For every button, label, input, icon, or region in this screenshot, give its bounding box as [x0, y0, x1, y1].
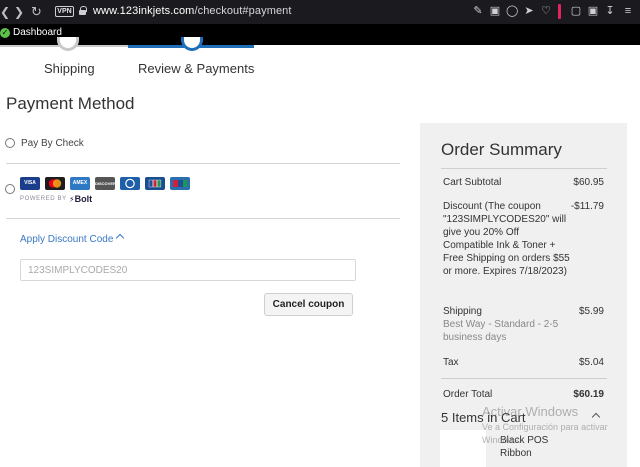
tax-value: $5.04 [578, 357, 604, 368]
browser-toolbar: ❮ ❯ ↻ VPN www.123inkjets.com/checkout#pa… [0, 0, 640, 24]
chevron-up-icon[interactable] [115, 233, 125, 243]
shield-icon[interactable]: ◯ [506, 5, 518, 17]
step-marker-shipping [57, 37, 79, 51]
dashboard-check-icon[interactable]: ✓ [0, 28, 10, 38]
cancel-coupon-button[interactable]: Cancel coupon [264, 293, 353, 316]
coupon-code-input[interactable] [20, 259, 356, 281]
mastercard-card-icon [45, 177, 65, 190]
box-icon[interactable]: ▣ [587, 5, 599, 17]
discover-card-icon: DISCOVER [95, 177, 115, 190]
separator [558, 4, 561, 19]
order-summary-title: Order Summary [441, 140, 562, 159]
windows-activation-subtitle: Ve a Configuración para activar Windows. [482, 422, 608, 445]
back-icon[interactable]: ❮ [0, 4, 10, 20]
camera-icon[interactable]: ▣ [489, 5, 501, 17]
pay-by-check-label[interactable]: Pay By Check [21, 138, 84, 149]
step-marker-review [181, 37, 203, 51]
shipping-label: Shipping [443, 306, 482, 317]
bolt-label: Bolt [74, 194, 93, 204]
cube-icon[interactable]: ▢ [570, 5, 582, 17]
forward-icon[interactable]: ❯ [14, 4, 24, 20]
bolt-payment-radio[interactable] [5, 184, 15, 194]
heart-icon[interactable]: ♡ [540, 5, 552, 17]
apply-discount-link[interactable]: Apply Discount Code [20, 234, 113, 245]
edit-icon[interactable]: ✎ [472, 5, 484, 17]
order-total-value: $60.19 [573, 389, 604, 400]
vpn-badge[interactable]: VPN [55, 6, 74, 17]
bookmark-dashboard[interactable]: Dashboard [13, 27, 62, 38]
jcb-card-icon [145, 177, 165, 190]
shipping-value: $5.99 [578, 306, 604, 317]
cart-subtotal-value: $60.95 [573, 177, 604, 188]
menu-icon[interactable]: ≡ [622, 5, 634, 17]
step-review-payments: Review & Payments [138, 61, 255, 76]
pay-by-check-radio[interactable] [5, 138, 15, 148]
bookmarks-bar [0, 24, 640, 45]
reload-icon[interactable]: ↻ [31, 4, 42, 20]
discount-label: Discount (The coupon "123SIMPLYCODES20" … [443, 201, 570, 277]
order-total-label: Order Total [443, 389, 493, 400]
visa-card-icon: VISA [20, 177, 40, 190]
address-bar[interactable]: www.123inkjets.com/checkout#payment [93, 5, 292, 17]
step-shipping[interactable]: Shipping [44, 61, 95, 76]
lock-icon[interactable] [79, 6, 87, 15]
divider [441, 168, 607, 169]
divider [441, 378, 607, 379]
page-title: Payment Method [6, 94, 135, 113]
amex-card-icon: AMEX [70, 177, 90, 190]
download-icon[interactable]: ↧ [604, 5, 616, 17]
unionpay-card-icon [170, 177, 190, 190]
divider [6, 163, 400, 164]
send-icon[interactable]: ➤ [523, 5, 535, 17]
diners-card-icon [120, 177, 140, 190]
powered-by-label: POWERED BY [20, 196, 67, 202]
cart-subtotal-label: Cart Subtotal [443, 177, 502, 188]
shipping-method: Best Way - Standard - 2-5 business days [443, 319, 559, 343]
windows-activation-title: Activar Windows [482, 404, 579, 419]
url-path: /checkout#payment [194, 5, 292, 17]
divider [6, 218, 400, 219]
discount-value: -$11.79 [570, 201, 604, 212]
tax-label: Tax [443, 357, 459, 368]
bolt-logo: ⚡Bolt [69, 194, 92, 204]
url-domain: www.123inkjets.com [93, 5, 195, 17]
item-thumbnail [440, 430, 486, 467]
